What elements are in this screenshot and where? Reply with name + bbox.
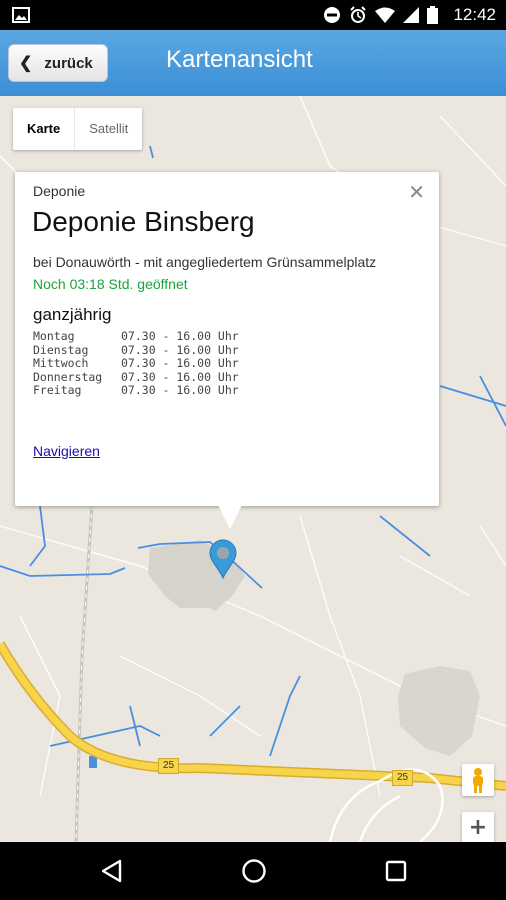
navigate-link[interactable]: Navigieren <box>33 443 100 459</box>
map-type-satellit[interactable]: Satellit <box>75 108 142 150</box>
close-icon[interactable]: ✕ <box>408 180 425 204</box>
hours-time: 07.30 - 16.00 Uhr <box>121 356 239 370</box>
hours-day: Mittwoch <box>33 356 89 370</box>
hours-day: Dienstag <box>33 342 89 357</box>
signal-icon <box>403 7 419 27</box>
info-title: Deponie Binsberg <box>32 206 255 237</box>
back-nav-icon[interactable] <box>100 859 122 887</box>
hours-row: Montag 07.30 - 16.00 Uhr <box>33 329 239 344</box>
info-category: Deponie <box>33 183 86 199</box>
clock: 12:42 <box>453 5 496 24</box>
hours-day: Montag <box>33 329 75 343</box>
hours-time: 07.30 - 16.00 Uhr <box>121 329 239 343</box>
pegman-icon[interactable] <box>462 764 494 796</box>
hours-row: Freitag 07.30 - 16.00 Uhr <box>33 383 239 398</box>
back-button[interactable]: ❮ zurück <box>8 44 108 82</box>
system-nav-bar <box>0 842 506 900</box>
hours-row: Donnerstag 07.30 - 16.00 Uhr <box>33 369 239 385</box>
page-title: Kartenansicht <box>166 46 313 73</box>
app-bar: ❮ zurück Kartenansicht <box>0 30 506 96</box>
battery-icon <box>427 6 438 28</box>
info-window-pointer <box>218 505 242 529</box>
location-pin-icon[interactable] <box>208 539 238 583</box>
wifi-icon <box>375 7 395 27</box>
status-bar: 12:42 <box>0 0 506 30</box>
back-button-label: zurück <box>44 54 93 72</box>
hours-day: Donnerstag <box>33 369 103 384</box>
season-heading: ganzjährig <box>33 305 112 324</box>
hours-row: Mittwoch 07.30 - 16.00 Uhr <box>33 356 239 371</box>
info-window: ✕ Deponie Deponie Binsberg bei Donauwört… <box>15 172 439 529</box>
home-nav-icon[interactable] <box>241 858 267 888</box>
hours-time: 07.30 - 16.00 Uhr <box>121 383 239 397</box>
info-subtitle: bei Donauwörth - mit angegliedertem Grün… <box>33 254 377 270</box>
map-type-control: Karte Satellit <box>13 108 143 150</box>
recents-nav-icon[interactable] <box>385 860 407 886</box>
open-status: Noch 03:18 Std. geöffnet <box>33 276 188 292</box>
image-icon <box>12 7 30 27</box>
do-not-disturb-icon <box>323 6 341 28</box>
chevron-left-icon: ❮ <box>19 55 33 72</box>
hours-row: Dienstag 07.30 - 16.00 Uhr <box>33 342 239 358</box>
hours-time: 07.30 - 16.00 Uhr <box>121 342 239 357</box>
opening-hours: Montag 07.30 - 16.00 Uhr Dienstag 07.30 - … <box>33 329 239 398</box>
hours-day: Freitag <box>33 383 82 397</box>
map-view[interactable]: 25 25 Karte Satellit ✕ Deponie Deponie B… <box>0 96 506 842</box>
hours-time: 07.30 - 16.00 Uhr <box>121 369 239 384</box>
map-type-karte[interactable]: Karte <box>13 108 76 150</box>
road-label-25-east: 25 <box>392 770 414 786</box>
zoom-in-button[interactable]: + <box>462 812 494 842</box>
alarm-icon <box>349 6 367 28</box>
road-label-25-west: 25 <box>158 758 180 774</box>
